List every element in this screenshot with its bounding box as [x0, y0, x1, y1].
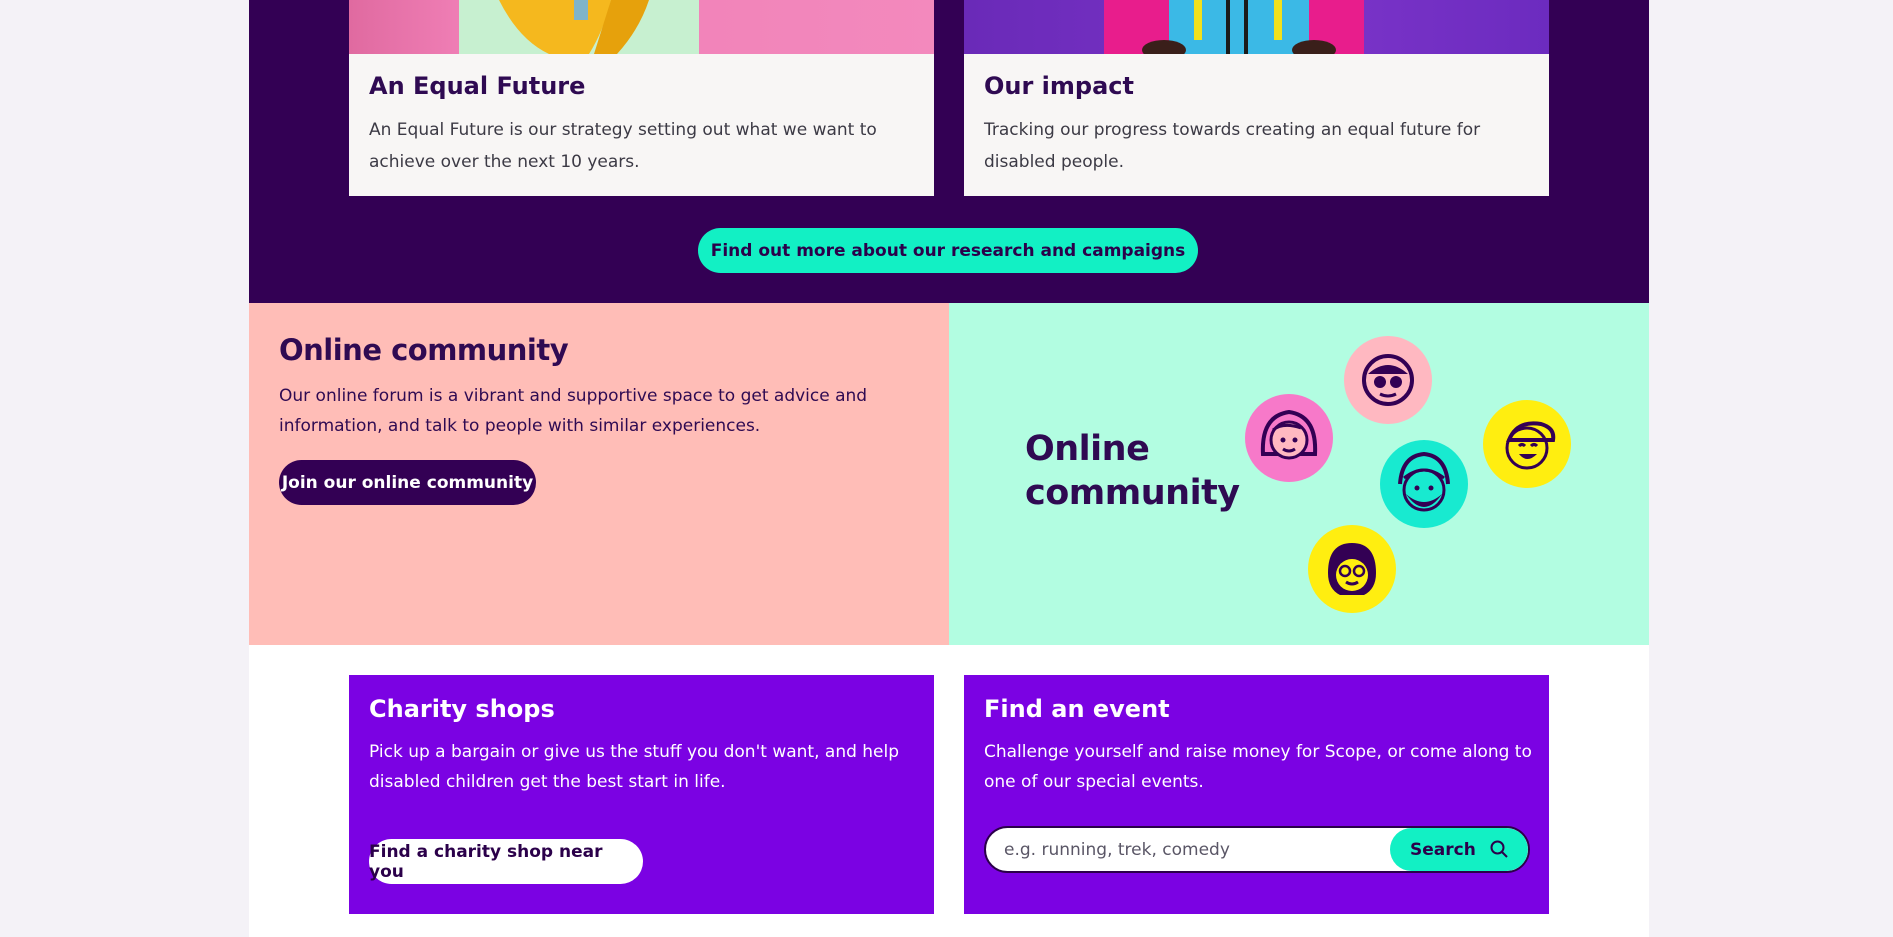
our-impact-card[interactable]: Our impact Tracking our progress towards…	[964, 0, 1549, 196]
page: An Equal Future An Equal Future is our s…	[249, 0, 1649, 937]
join-community-button[interactable]: Join our online community	[279, 460, 536, 505]
online-community-section: Online community Our online forum is a v…	[249, 303, 949, 645]
card-text: An Equal Future is our strategy setting …	[369, 120, 877, 172]
equal-future-card[interactable]: An Equal Future An Equal Future is our s…	[349, 0, 934, 196]
search-button[interactable]: Search	[1390, 828, 1528, 871]
find-event-card: Find an event Challenge yourself and rai…	[964, 675, 1549, 914]
shops-text: Pick up a bargain or give us the stuff y…	[369, 742, 900, 792]
illustration-title: Online community	[1025, 429, 1240, 513]
events-text: Challenge yourself and raise money for S…	[984, 742, 1532, 792]
card-text: Tracking our progress towards creating a…	[984, 120, 1481, 172]
turban-face-icon	[1380, 440, 1468, 528]
community-illustration: Online community	[949, 303, 1649, 645]
research-section: An Equal Future An Equal Future is our s…	[249, 0, 1649, 303]
equal-future-image	[349, 0, 934, 54]
community-text: Our online forum is a vibrant and suppor…	[279, 386, 868, 436]
find-shop-button[interactable]: Find a charity shop near you	[369, 839, 643, 884]
glasses-girl-face-icon	[1308, 525, 1396, 613]
event-search-form: Search	[984, 826, 1530, 873]
community-title: Online community	[279, 333, 569, 367]
charity-shops-card: Charity shops Pick up a bargain or give …	[349, 675, 934, 914]
research-campaigns-button[interactable]: Find out more about our research and cam…	[698, 228, 1198, 273]
girl-face-icon	[1245, 394, 1333, 482]
card-title[interactable]: Our impact	[984, 72, 1134, 100]
search-button-label: Search	[1410, 839, 1476, 860]
events-title: Find an event	[984, 695, 1170, 723]
our-impact-image	[964, 0, 1549, 54]
glasses-face-icon	[1344, 336, 1432, 424]
card-title[interactable]: An Equal Future	[369, 72, 585, 100]
event-search-input[interactable]	[986, 828, 1376, 871]
search-icon	[1490, 840, 1508, 858]
cap-face-icon	[1483, 400, 1571, 488]
shops-title: Charity shops	[369, 695, 555, 723]
